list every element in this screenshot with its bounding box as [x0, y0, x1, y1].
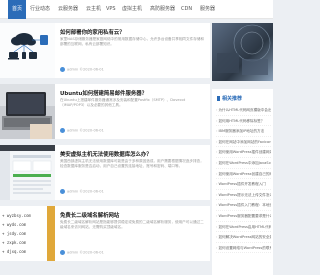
article-card[interactable]: 美安虚拟主机无法使用数据库怎么办？ 美国西部虚拟主机无法使用数据库可能是由于多种… [0, 145, 210, 200]
recommended-link[interactable]: 如何解决WordPress网站的安全漏洞？ [216, 232, 271, 243]
article-title[interactable]: 如何部署你的家用私有云？ [60, 28, 208, 36]
domain-line: + jsdy.com [2, 231, 27, 236]
recommended-link[interactable]: 为什么HTML代码网页模版中会出现乱码？ [216, 105, 271, 116]
nav-item-cloud-server[interactable]: 云服务器 [58, 0, 78, 19]
avatar-icon [60, 189, 65, 194]
article-title[interactable]: 免费长二级域名解析网站 [60, 211, 208, 219]
nav-item-cdn[interactable]: CDN [181, 0, 192, 19]
article-card[interactable]: 如何部署你的家用私有云？ 家里NAS存储服务器是家庭网络中的常用数据存储中心，允… [0, 23, 210, 78]
article-title[interactable]: 美安虚拟主机无法使用数据库怎么办？ [60, 150, 208, 158]
banner-graphic-icon [217, 24, 271, 75]
domain-line: + wyds.com [2, 222, 27, 227]
top-navbar: 首页 行业动态 云服务器 云主机 VPS 虚拟主机 高防服务器 CDN 服务器 [0, 0, 273, 19]
dashboard-screenshot-icon [0, 145, 55, 200]
article-card[interactable]: + wyzbsy.com + wyds.com + jsdy.com + zxp… [0, 206, 210, 261]
recommended-panel: 相关推荐 为什么HTML代码网页模版中会出现乱码？ 如何用HTML代码移除标签？… [212, 89, 273, 275]
recommended-link[interactable]: WordPress提示无法上传文件怎么办？ [216, 190, 271, 201]
cloud-diagram-icon [8, 33, 48, 60]
nav-item-industry[interactable]: 行业动态 [30, 0, 50, 19]
article-excerpt: 美国西部虚拟主机无法使用数据库可能是由于多种原因造成，用户需要根据情况逐步排查，… [60, 159, 204, 168]
recommended-heading: 相关推荐 [217, 95, 242, 102]
avatar-icon [60, 128, 65, 133]
recommended-link[interactable]: WordPress服务器配置要求是什么？ [216, 211, 271, 222]
domain-line: + djxq.com [2, 249, 27, 254]
recommended-list: 为什么HTML代码网页模版中会出现乱码？ 如何用HTML代码移除标签？ IBM服… [216, 105, 271, 254]
article-thumbnail[interactable] [0, 84, 55, 139]
nav-item-cloud-host[interactable]: 云主机 [86, 0, 101, 19]
nav-item-ddos-server[interactable]: 高防服务器 [150, 0, 175, 19]
domain-line: + wyzbsy.com [2, 213, 31, 218]
article-meta-text: admin ©2020-06-01 [67, 250, 104, 255]
recommended-link[interactable]: 如何在WordPress中添加JavaScript？ [216, 158, 271, 169]
recommended-link[interactable]: 如何使用WordPress插件创建网站？ [216, 147, 271, 158]
recommended-link[interactable]: 如何使用WordPress创建自己的网站？ [216, 169, 271, 180]
pencil-decoration [47, 206, 55, 261]
article-thumbnail[interactable]: + wyzbsy.com + wyds.com + jsdy.com + zxp… [0, 206, 55, 261]
recommended-link[interactable]: 如何在网站中添加网站的Favicon图标？ [216, 137, 271, 148]
article-excerpt: 家里NAS存储服务器是家庭网络中的常用数据存储中心，允许多台设备共享相同文件存储… [60, 37, 204, 46]
article-thumbnail[interactable] [0, 145, 55, 200]
nav-item-home[interactable]: 首页 [8, 0, 27, 19]
avatar-icon [60, 250, 65, 255]
article-meta: admin ©2020-06-01 [60, 250, 104, 255]
avatar-icon [60, 67, 65, 72]
article-meta-text: admin ©2020-06-01 [67, 189, 104, 194]
sidebar-banner-image[interactable] [212, 23, 273, 81]
recommended-link[interactable]: IBM服务器添加IP地址的方法 [216, 126, 271, 137]
article-meta-text: admin ©2020-06-01 [67, 67, 104, 72]
nav-item-server[interactable]: 服务器 [200, 0, 215, 19]
article-meta-text: admin ©2020-06-01 [67, 128, 104, 133]
domain-line: + zxpk.com [2, 240, 27, 245]
article-meta: admin ©2020-06-01 [60, 189, 104, 194]
recommended-link[interactable]: 如何用HTML代码移除标签？ [216, 116, 271, 127]
laptop-photo-icon [0, 84, 55, 139]
recommended-link[interactable]: 如何在WordPress启用HTML代码？ [216, 222, 271, 233]
article-card[interactable]: Ubuntu如何搭建简易邮件服务器？ 在Ubuntu上搭建邮件服务器通常涉及安装… [0, 84, 210, 139]
article-meta: admin ©2020-06-01 [60, 128, 104, 133]
recommended-link[interactable]: WordPress插件开发教程入门 [216, 179, 271, 190]
article-excerpt: 在Ubuntu上搭建邮件服务器通常涉及安装和配置Postfix（SMTP）、Do… [60, 98, 186, 107]
recommended-link[interactable]: WordPress插件入门教程：本地安装配置 [216, 200, 271, 211]
article-thumbnail[interactable] [0, 23, 55, 78]
article-meta: admin ©2020-06-01 [60, 67, 104, 72]
recommended-link[interactable]: 如何设置网络与WordPress的联系？ [216, 243, 271, 254]
nav-item-virtual-host[interactable]: 虚拟主机 [122, 0, 142, 19]
article-excerpt: 免费长二级域名解析网站是指能够提供稳定或免费的二级域名解析服务，使用户可以通过二… [60, 220, 204, 229]
article-title[interactable]: Ubuntu如何搭建简易邮件服务器？ [60, 89, 208, 97]
nav-item-vps[interactable]: VPS [106, 0, 116, 19]
